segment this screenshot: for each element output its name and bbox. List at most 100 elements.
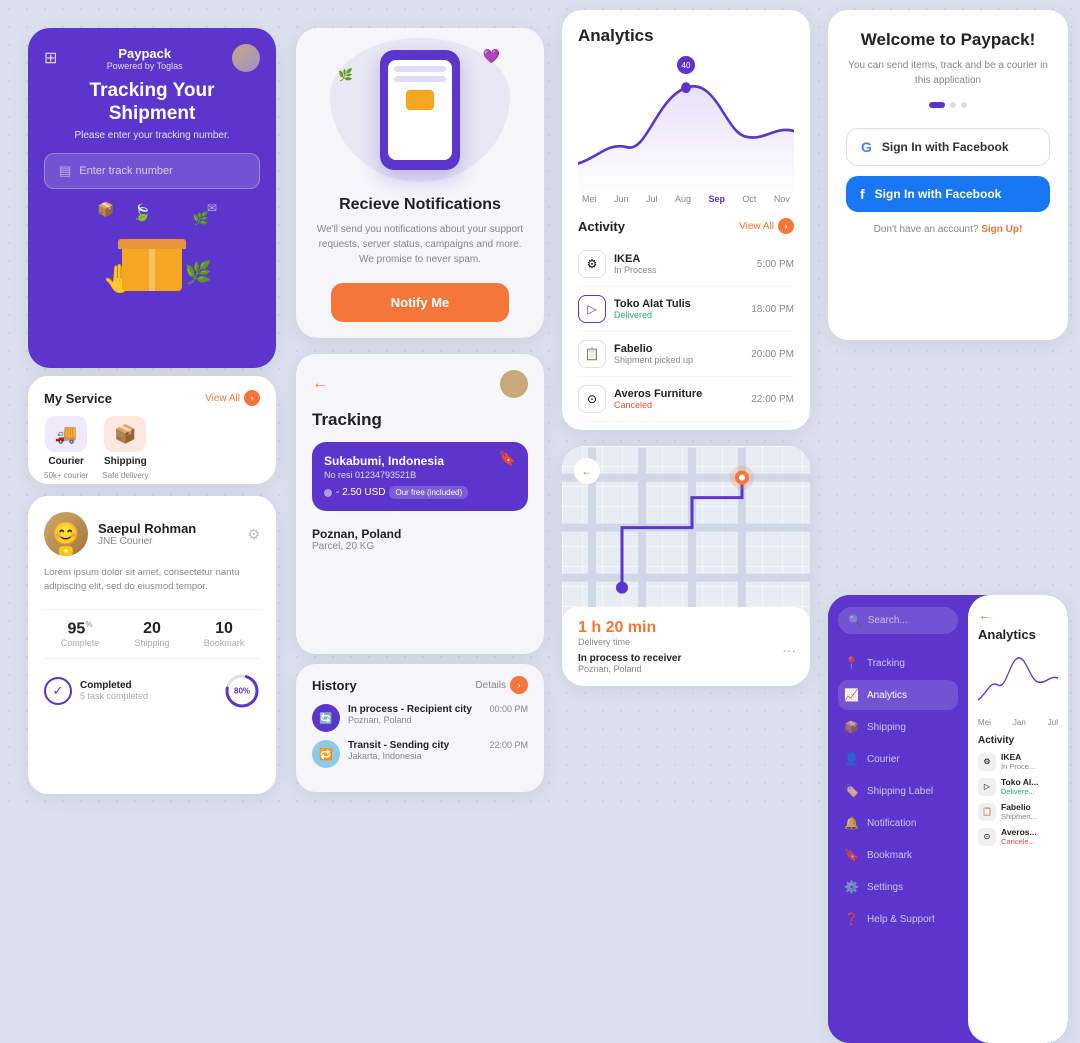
panel-activity-title: Activity: [978, 735, 1058, 746]
panel-toko-icon: ▷: [978, 778, 996, 796]
panel-averos-status: Cancele...: [1001, 837, 1037, 846]
fabelio-icon: 📋: [578, 340, 606, 368]
service-view-all[interactable]: View All ›: [205, 390, 260, 406]
profile-stats: 95% Complete 20 Shipping 10 Bookmark: [44, 609, 260, 659]
settings-nav-icon: ⚙️: [844, 880, 859, 894]
sign-up-link[interactable]: Sign Up!: [981, 224, 1022, 235]
details-link[interactable]: Details: [475, 680, 506, 691]
nav-item-settings[interactable]: ⚙️ Settings: [838, 872, 958, 902]
facebook-signin-button[interactable]: f Sign In with Facebook: [846, 176, 1050, 212]
fabelio-name: Fabelio: [614, 343, 693, 355]
settings-icon[interactable]: ⚙: [247, 526, 260, 543]
details-arrow[interactable]: ›: [510, 676, 528, 694]
map-back-arrow[interactable]: ←: [574, 458, 600, 484]
no-account-text: Don't have an account? Sign Up!: [846, 224, 1050, 235]
shipping-nav-icon: 📦: [844, 720, 859, 734]
profile-avatar: 😊 ★: [44, 512, 88, 556]
nav-item-shipping-label[interactable]: 🏷️ Shipping Label: [838, 776, 958, 806]
notify-illustration: 💜 🌿: [330, 38, 510, 182]
shipping-label: Shipping: [116, 638, 188, 648]
google-signin-button[interactable]: G Sign In with Facebook: [846, 128, 1050, 166]
service-title: My Service: [44, 391, 112, 406]
barcode-icon: ▤: [59, 163, 71, 179]
panel-item-averos: ⊙ Averos... Cancele...: [978, 827, 1058, 846]
history-status-2: Transit - Sending city: [348, 740, 449, 751]
phone-package: [406, 90, 434, 110]
phone-line-2: [394, 76, 446, 82]
progress-pct: 80%: [234, 686, 250, 695]
to-city: Poznan, Poland: [312, 527, 528, 541]
nav-item-courier[interactable]: 👤 Courier: [838, 744, 958, 774]
bookmark-label: Bookmark: [188, 638, 260, 648]
notify-button[interactable]: Notify Me: [331, 283, 510, 322]
track-number-input[interactable]: ▤ Enter track number: [44, 153, 260, 189]
welcome-card: Welcome to Paypack! You can send items, …: [828, 10, 1068, 340]
completed-row: ✓ Completed 5 task completed 80%: [44, 673, 260, 709]
toko-name: Toko Alat Tulis: [614, 298, 691, 310]
notify-desc: We'll send you notifications about your …: [316, 222, 524, 267]
courier-service[interactable]: 🚚 Courier 50k+ courier: [44, 416, 88, 480]
nav-item-help[interactable]: ❓ Help & Support: [838, 904, 958, 934]
fabelio-time: 20:00 PM: [751, 349, 794, 360]
activity-view-all[interactable]: View All ›: [739, 218, 794, 234]
phone-screen: [388, 60, 452, 160]
shipping-label: Shipping: [104, 456, 147, 467]
nav-item-tracking[interactable]: 📍 Tracking: [838, 648, 958, 678]
bookmark-nav-icon: 🔖: [844, 848, 859, 862]
profile-top: 😊 ★ Saepul Rohman JNE Courier ⚙: [44, 512, 260, 556]
ikea-icon: ⚙: [578, 250, 606, 278]
panel-item-toko: ▷ Toko Al... Delivere...: [978, 777, 1058, 796]
shipping-service[interactable]: 📦 Shipping Safe delivery: [102, 416, 148, 480]
nav-item-analytics[interactable]: 📈 Analytics: [838, 680, 958, 710]
panel-fabelio-status: Shipmen...: [1001, 812, 1037, 821]
menu-icon[interactable]: ⊞: [44, 48, 57, 68]
shipping-label-nav-icon: 🏷️: [844, 784, 859, 798]
back-arrow-icon[interactable]: ←: [312, 375, 328, 393]
analytics-panel: ← Analytics Mei Jan Jul Activity ⚙ IKEA …: [968, 595, 1068, 1043]
nav-label-shipping-label: Shipping Label: [867, 786, 933, 797]
bookmark-icon[interactable]: 🔖: [499, 450, 516, 467]
mini-label-1: Mei: [978, 718, 991, 727]
details-row: Details ›: [475, 676, 528, 694]
mini-analytics-chart: [978, 650, 1058, 710]
nav-item-bookmark[interactable]: 🔖 Bookmark: [838, 840, 958, 870]
panel-back-arrow[interactable]: ←: [978, 607, 1058, 623]
activity-item-toko[interactable]: ▷ Toko Alat Tulis Delivered 18:00 PM: [578, 287, 794, 332]
help-nav-icon: ❓: [844, 912, 859, 926]
activity-item-averos[interactable]: ⊙ Averos Furniture Canceled 22:00 PM: [578, 377, 794, 422]
panel-averos-icon: ⊙: [978, 828, 996, 846]
sidebar-search[interactable]: 🔍 Search...: [838, 607, 958, 634]
track-to: Poznan, Poland Parcel, 20 KG: [312, 521, 528, 558]
user-avatar: [232, 44, 260, 72]
shipping-icon: 📦: [104, 416, 146, 452]
tracking-card: ⊞ Paypack Powered by Toglas Tracking You…: [28, 28, 276, 368]
parcel-weight: Parcel, 20 KG: [312, 541, 528, 552]
mini-label-3: Jul: [1048, 718, 1058, 727]
view-all-badge: ›: [778, 218, 794, 234]
nav-item-shipping[interactable]: 📦 Shipping: [838, 712, 958, 742]
nav-item-notification[interactable]: 🔔 Notification: [838, 808, 958, 838]
track2-header: ←: [312, 370, 528, 398]
toko-status: Delivered: [614, 310, 691, 320]
services-list: 🚚 Courier 50k+ courier 📦 Shipping Safe d…: [44, 416, 260, 480]
history-icon-1: 🔄: [312, 704, 340, 732]
more-options-icon[interactable]: ···: [782, 642, 796, 658]
nav-label-settings: Settings: [867, 882, 903, 893]
delivery-info: 1 h 20 min Delivery time In process to r…: [562, 607, 810, 686]
analytics-card: Analytics 40 Mei Jun Jul Aug Sep Oct Nov…: [562, 10, 810, 430]
track2-title: Tracking: [312, 410, 528, 430]
tracking-top-bar: ⊞ Paypack Powered by Toglas: [44, 44, 260, 72]
welcome-title: Welcome to Paypack!: [846, 30, 1050, 50]
courier-label: Courier: [48, 456, 84, 467]
nav-label-notification: Notification: [867, 818, 916, 829]
history-place-2: Jakarta, Indonesia: [348, 751, 449, 761]
activity-item-fabelio[interactable]: 📋 Fabelio Shipment picked up 20:00 PM: [578, 332, 794, 377]
panel-fabelio-icon: 📋: [978, 803, 996, 821]
toko-time: 18:00 PM: [751, 304, 794, 315]
courier-sub: 50k+ courier: [44, 471, 88, 480]
profile-card: 😊 ★ Saepul Rohman JNE Courier ⚙ Lorem ip…: [28, 496, 276, 794]
dot-1: [929, 102, 945, 108]
panel-fabelio-name: Fabelio: [1001, 802, 1037, 812]
activity-item-ikea[interactable]: ⚙ IKEA In Process 5:00 PM: [578, 242, 794, 287]
panel-ikea-icon: ⚙: [978, 753, 996, 771]
